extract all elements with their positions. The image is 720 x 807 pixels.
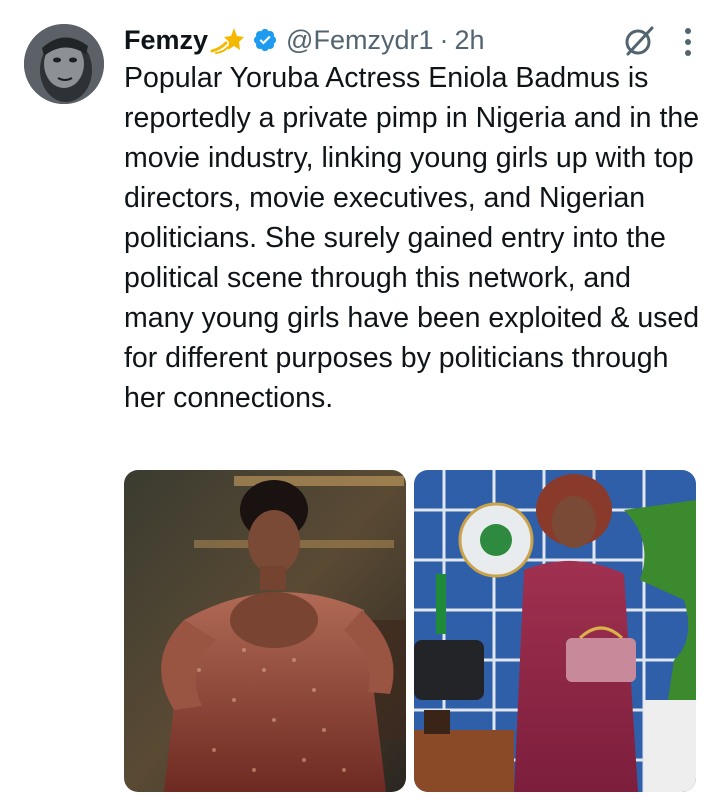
author-name[interactable]: Femzy (124, 25, 208, 56)
timestamp[interactable]: 2h (454, 25, 484, 56)
verified-badge-icon (252, 27, 278, 53)
header-separator: · (439, 24, 449, 55)
author-handle[interactable]: @Femzydr1 (286, 25, 433, 56)
avatar[interactable] (24, 24, 104, 104)
media-grid (124, 470, 696, 792)
tweet-card[interactable]: Femzy @Femzydr1 · 2h Popular Yoruba Actr… (0, 0, 720, 807)
media-photo-1[interactable] (124, 470, 406, 792)
tweet-text: Popular Yoruba Actress Eniola Badmus is … (124, 62, 700, 414)
tweet-header: Femzy @Femzydr1 · 2h (124, 20, 700, 60)
photo-woman-in-beaded-gown (124, 470, 406, 792)
photo-woman-in-office (414, 470, 696, 792)
avatar-image (24, 24, 104, 104)
media-photo-2[interactable] (414, 470, 696, 792)
dizzy-star-icon (210, 25, 245, 55)
